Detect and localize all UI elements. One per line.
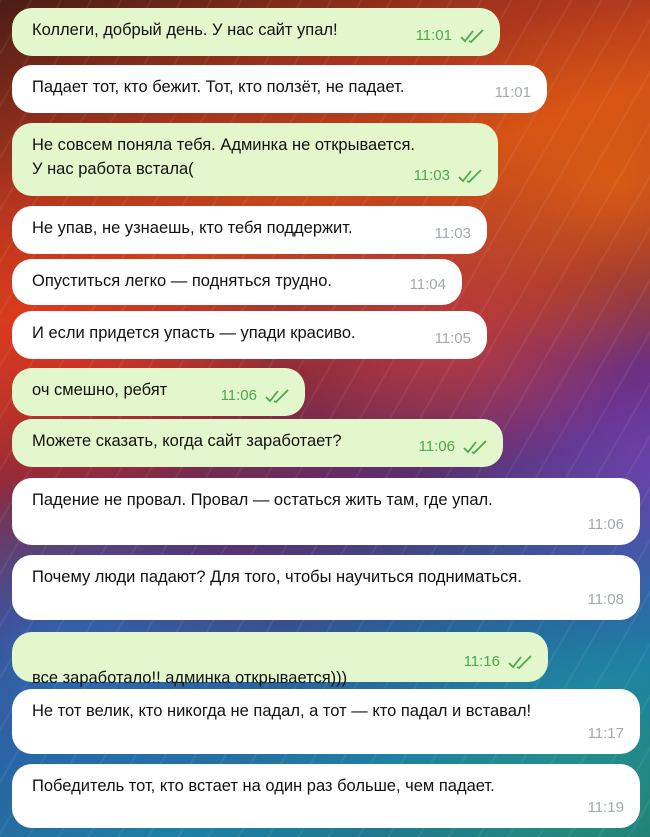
message-bubble-incoming[interactable]: Почему люди падают? Для того, чтобы науч… xyxy=(12,555,640,620)
message-bubble-incoming[interactable]: Не тот велик, кто никогда не падал, а то… xyxy=(12,689,640,754)
message-time: 11:01 xyxy=(415,27,452,44)
message-time: 11:03 xyxy=(434,225,471,242)
double-check-icon xyxy=(460,29,484,43)
message-bubble-outgoing[interactable]: оч смешно, ребят 11:06 xyxy=(12,368,305,416)
message-meta: 11:06 xyxy=(588,513,624,537)
message-bubble-outgoing[interactable]: Коллеги, добрый день. У нас сайт упал! 1… xyxy=(12,8,500,56)
message-text: Опуститься легко — подняться трудно. xyxy=(32,272,332,290)
message-meta: 11:03 xyxy=(414,164,482,188)
message-meta: 11:04 xyxy=(410,273,446,297)
message-meta: 11:03 xyxy=(435,222,471,246)
message-meta: 11:01 xyxy=(416,24,484,48)
message-bubble-incoming[interactable]: Опуститься легко — подняться трудно. 11:… xyxy=(12,259,462,305)
message-time: 11:19 xyxy=(587,799,624,816)
message-meta: 11:01 xyxy=(495,81,531,105)
message-time: 11:05 xyxy=(434,330,471,347)
message-bubble-incoming[interactable]: Падает тот, кто бежит. Тот, кто ползёт, … xyxy=(12,65,547,113)
message-time: 11:01 xyxy=(494,84,531,101)
message-time: 11:17 xyxy=(587,725,624,742)
double-check-icon xyxy=(508,655,532,669)
message-meta: 11:05 xyxy=(435,327,471,351)
message-meta: 11:17 xyxy=(588,722,624,746)
message-time: 11:06 xyxy=(587,516,624,533)
message-text: Падает тот, кто бежит. Тот, кто ползёт, … xyxy=(32,78,405,96)
message-bubble-outgoing[interactable]: Не совсем поняла тебя. Админка не открыв… xyxy=(12,123,498,196)
message-text: Не упав, не узнаешь, кто тебя поддержит. xyxy=(32,219,353,237)
message-time: 11:08 xyxy=(587,591,624,608)
double-check-icon xyxy=(265,389,289,403)
message-text-content: все заработало!! админка открывается))) xyxy=(32,669,348,687)
message-bubble-outgoing[interactable]: все заработало!! админка открывается))) … xyxy=(12,632,548,710)
message-bubble-outgoing[interactable]: Можете сказать, когда сайт заработает? 1… xyxy=(12,419,503,467)
message-bubble-incoming[interactable]: И если придется упасть — упади красиво. … xyxy=(12,311,487,359)
message-time: 11:16 xyxy=(463,653,500,670)
double-check-icon xyxy=(458,169,482,183)
message-time: 11:03 xyxy=(413,167,450,184)
message-meta: 11:16 xyxy=(464,650,532,674)
message-meta: 11:06 xyxy=(221,384,289,408)
message-meta: 11:06 xyxy=(419,435,487,459)
message-meta: 11:19 xyxy=(588,796,624,820)
message-text: Не тот велик, кто никогда не падал, а то… xyxy=(32,702,532,720)
message-time: 11:06 xyxy=(418,438,455,455)
message-text: Падение не провал. Провал — остаться жит… xyxy=(32,491,493,509)
message-bubble-incoming[interactable]: Победитель тот, кто встает на один раз б… xyxy=(12,764,640,828)
message-time: 11:06 xyxy=(220,387,257,404)
message-text: И если придется упасть — упади красиво. xyxy=(32,324,356,342)
message-bubble-incoming[interactable]: Не упав, не узнаешь, кто тебя поддержит.… xyxy=(12,206,487,254)
double-check-icon xyxy=(463,440,487,454)
message-text: Победитель тот, кто встает на один раз б… xyxy=(32,777,495,795)
message-bubble-incoming[interactable]: Падение не провал. Провал — остаться жит… xyxy=(12,478,640,545)
message-time: 11:04 xyxy=(409,276,446,293)
message-text: Почему люди падают? Для того, чтобы науч… xyxy=(32,568,522,586)
message-meta: 11:08 xyxy=(588,588,624,612)
